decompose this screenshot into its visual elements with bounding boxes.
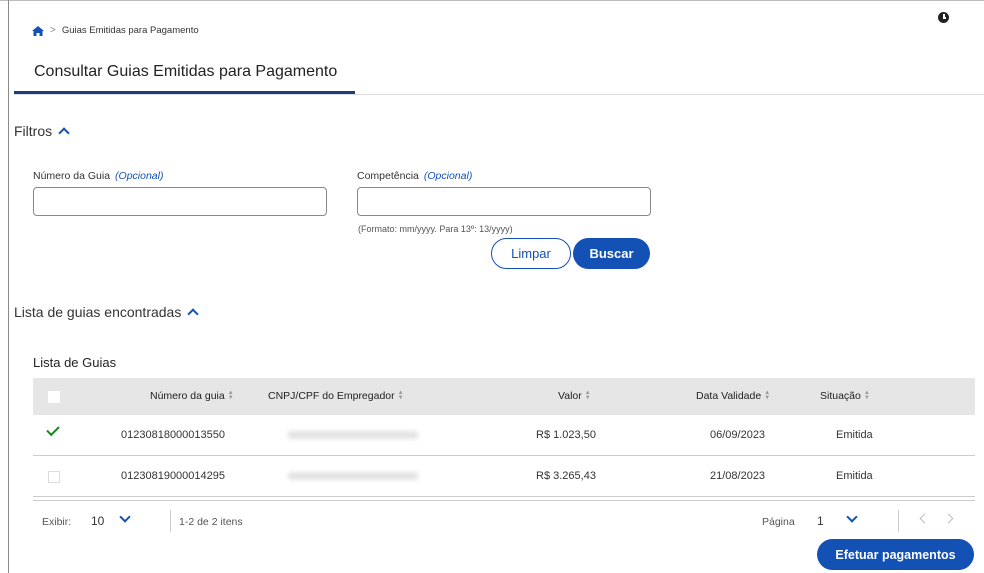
results-title: Lista de guias encontradas (14, 304, 182, 320)
chevron-down-icon[interactable] (846, 511, 858, 523)
table-header: Número da guia ▲ ▼ CNPJ/CPF do Empregador ▲… (33, 378, 975, 415)
row-checkbox[interactable] (48, 471, 60, 483)
numero-guia-label: Número da Guia (Opcional) (33, 170, 164, 182)
tab-label: Consultar Guias Emitidas para Pagamento (34, 63, 338, 80)
breadcrumb: > Guias Emitidas para Pagamento (32, 25, 199, 36)
cell-data: 06/09/2023 (710, 429, 766, 441)
sort-icon: ▲ ▼ (584, 390, 591, 402)
cell-valor: R$ 3.265,43 (536, 470, 596, 482)
tab-consultar-guias[interactable]: Consultar Guias Emitidas para Pagamento (14, 60, 355, 94)
table-row[interactable]: 01230818000013550 R$ 1.023,50 06/09/2023… (33, 415, 975, 456)
cell-valor: R$ 1.023,50 (536, 429, 596, 441)
chevron-right-icon[interactable] (943, 513, 954, 524)
clock-icon[interactable] (938, 12, 949, 23)
column-header-cnpj[interactable]: CNPJ/CPF do Empregador ▲ ▼ (268, 390, 404, 402)
column-header-valor[interactable]: Valor ▲ ▼ (558, 390, 591, 402)
select-all-checkbox[interactable] (48, 391, 60, 403)
sort-icon: ▲ ▼ (227, 390, 234, 402)
check-icon[interactable] (46, 422, 60, 437)
cell-situacao: Emitida (836, 429, 873, 441)
page-select[interactable]: 1 (817, 514, 824, 528)
competencia-hint: (Formato: mm/yyyy. Para 13º: 13/yyyy) (358, 224, 513, 234)
cnpj-redacted (288, 431, 418, 439)
home-icon[interactable] (32, 25, 44, 36)
clear-button[interactable]: Limpar (491, 238, 571, 269)
competencia-input[interactable] (357, 187, 651, 216)
frame-top-border (0, 0, 984, 1)
competencia-label: Competência (Opcional) (357, 170, 473, 182)
page-size-label: Exibir: (42, 516, 72, 528)
chevron-up-icon (187, 308, 200, 320)
divider (898, 510, 899, 532)
optional-tag: (Opcional) (115, 170, 164, 182)
chevron-left-icon[interactable] (919, 513, 930, 524)
search-button[interactable]: Buscar (573, 238, 650, 269)
chevron-down-icon[interactable] (119, 511, 131, 523)
cell-data: 21/08/2023 (710, 470, 766, 482)
breadcrumb-current: Guias Emitidas para Pagamento (61, 25, 199, 36)
numero-guia-input[interactable] (33, 187, 327, 216)
tab-bar: Consultar Guias Emitidas para Pagamento (14, 60, 984, 95)
column-header-numero[interactable]: Número da guia ▲ ▼ (150, 390, 234, 402)
breadcrumb-separator: > (50, 25, 56, 36)
filters-toggle[interactable]: Filtros (14, 123, 70, 139)
results-toggle[interactable]: Lista de guias encontradas (14, 304, 200, 320)
items-range: 1-2 de 2 itens (179, 516, 243, 528)
page-size-select[interactable]: 10 (91, 514, 104, 528)
optional-tag: (Opcional) (423, 170, 473, 182)
cell-numero: 01230818000013550 (121, 429, 226, 441)
pagination-bar: Exibir: 10 1-2 de 2 itens Página 1 (33, 500, 975, 541)
column-header-situacao[interactable]: Situação ▲ ▼ (820, 390, 870, 402)
cnpj-redacted (288, 472, 418, 480)
frame-left-border (8, 0, 9, 573)
guias-table: Número da guia ▲ ▼ CNPJ/CPF do Empregador ▲… (33, 378, 975, 497)
cell-situacao: Emitida (836, 470, 873, 482)
table-row[interactable]: 01230819000014295 R$ 3.265,43 21/08/2023… (33, 456, 975, 497)
sort-icon: ▲ ▼ (397, 390, 404, 402)
table-title: Lista de Guias (33, 355, 117, 370)
page-label: Página (762, 516, 795, 528)
sort-icon: ▲ ▼ (863, 390, 870, 402)
cell-numero: 01230819000014295 (121, 470, 226, 482)
column-header-data[interactable]: Data Validade ▲ ▼ (696, 390, 770, 402)
chevron-up-icon (58, 127, 70, 139)
pay-button[interactable]: Efetuar pagamentos (817, 539, 974, 570)
sort-icon: ▲ ▼ (764, 390, 771, 402)
filters-title: Filtros (14, 123, 53, 139)
divider (170, 510, 171, 532)
